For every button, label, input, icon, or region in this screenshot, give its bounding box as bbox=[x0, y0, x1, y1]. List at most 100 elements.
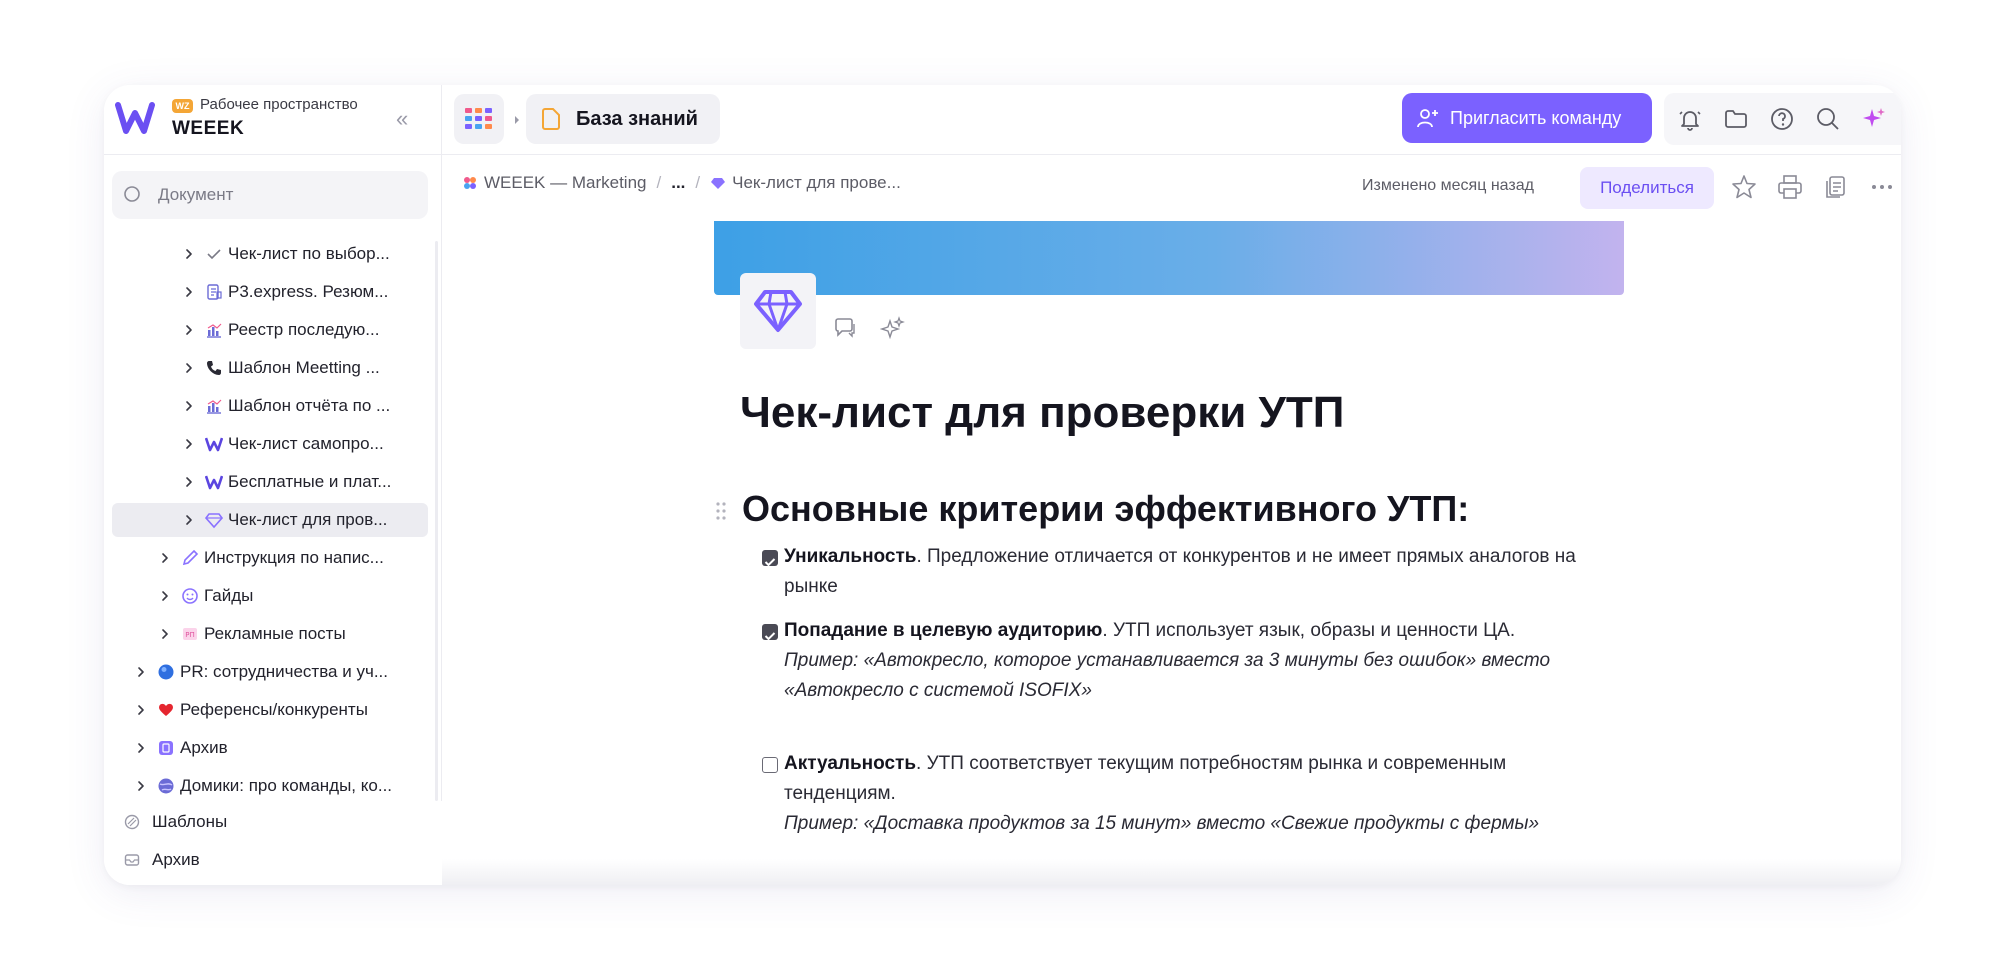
breadcrumb-ellipsis[interactable]: ... bbox=[671, 173, 685, 193]
tree-item-label: Бесплатные и плат... bbox=[228, 472, 392, 491]
tree-item[interactable]: Чек-лист по выбор... bbox=[182, 237, 428, 271]
ai-sparkles-icon[interactable] bbox=[880, 315, 906, 341]
pen-icon bbox=[180, 548, 200, 568]
chevron-right-icon[interactable] bbox=[182, 323, 196, 337]
tree-item[interactable]: Шаблон отчёта по ... bbox=[182, 389, 428, 423]
chevron-right-icon[interactable] bbox=[182, 361, 196, 375]
chevron-right-icon[interactable] bbox=[134, 779, 148, 793]
copy-icon[interactable] bbox=[1822, 173, 1850, 201]
tree-item-label: Домики: про команды, ко... bbox=[180, 776, 393, 795]
chevron-right-icon[interactable] bbox=[182, 513, 196, 527]
sidebar-scrollbar[interactable] bbox=[435, 241, 438, 801]
workspace-subtitle: Рабочее пространство bbox=[200, 96, 358, 113]
print-icon[interactable] bbox=[1776, 173, 1804, 201]
weeek-logo-icon bbox=[204, 434, 224, 454]
document-title[interactable]: Чек-лист для проверки УТП bbox=[740, 388, 1344, 438]
templates-icon bbox=[122, 812, 142, 832]
workspace-badge: WZ bbox=[172, 99, 193, 113]
tree-item[interactable]: P3.express. Резюм... bbox=[182, 275, 428, 309]
help-icon[interactable] bbox=[1768, 105, 1796, 133]
modified-status: Изменено месяц назад bbox=[1362, 177, 1534, 194]
globe-icon bbox=[156, 776, 176, 796]
invite-team-button[interactable]: Пригласить команду bbox=[1402, 93, 1652, 143]
criterion-name: Попадание в целевую аудиторию bbox=[784, 620, 1103, 641]
checkbox-checked[interactable] bbox=[762, 624, 778, 641]
tree-item[interactable]: Бесплатные и плат... bbox=[182, 465, 428, 499]
tree-item[interactable]: Референсы/конкуренты bbox=[134, 693, 428, 727]
chevron-right-icon[interactable] bbox=[158, 627, 172, 641]
svg-text:PП: PП bbox=[185, 631, 195, 639]
document-emoji[interactable] bbox=[740, 273, 816, 349]
section-heading[interactable]: Основные критерии эффективного УТП: bbox=[742, 488, 1469, 530]
tree-item-label: Референсы/конкуренты bbox=[180, 700, 368, 719]
star-icon[interactable] bbox=[1730, 173, 1758, 201]
breadcrumb-root[interactable]: WEEEK — Marketing bbox=[484, 173, 647, 193]
checklist-item[interactable]: Уникальность. Предложение отличается от … bbox=[762, 542, 1604, 602]
chevron-right-icon[interactable] bbox=[182, 247, 196, 261]
folder-icon[interactable] bbox=[1722, 105, 1750, 133]
chevron-right-icon[interactable] bbox=[182, 475, 196, 489]
workspace-header[interactable]: WZ Рабочее пространство WEEEK « bbox=[104, 85, 442, 155]
document-orange-icon bbox=[542, 108, 560, 130]
app-window: WZ Рабочее пространство WEEEK « Чек-лист… bbox=[104, 85, 1901, 885]
weeek-logo-icon bbox=[115, 102, 155, 134]
templates-link[interactable]: Шаблоны bbox=[122, 807, 227, 837]
search-icon bbox=[124, 186, 140, 202]
knowledge-base-button[interactable]: База знаний bbox=[526, 94, 720, 144]
colorful-flower-icon bbox=[464, 177, 476, 189]
criterion-example: Пример: «Автокресло, которое устанавлива… bbox=[784, 650, 1551, 701]
breadcrumb-separator: / bbox=[656, 173, 662, 192]
chevron-right-icon[interactable] bbox=[134, 741, 148, 755]
checklist-item[interactable]: Попадание в целевую аудиторию. УТП испол… bbox=[762, 616, 1604, 706]
more-icon[interactable] bbox=[1868, 173, 1896, 201]
tree-item[interactable]: Инструкция по напис... bbox=[158, 541, 428, 575]
chevron-right-icon[interactable] bbox=[182, 285, 196, 299]
document-search[interactable] bbox=[112, 171, 428, 219]
chevron-right-icon[interactable] bbox=[158, 589, 172, 603]
tree-item[interactable]: PП Рекламные посты bbox=[158, 617, 428, 651]
blue-circle-icon bbox=[156, 662, 176, 682]
chevron-right-icon[interactable] bbox=[182, 399, 196, 413]
checkbox-unchecked[interactable] bbox=[762, 757, 778, 773]
invite-team-label: Пригласить команду bbox=[1450, 107, 1622, 128]
drag-handle-icon[interactable] bbox=[714, 500, 728, 522]
comment-icon[interactable] bbox=[832, 315, 858, 341]
checklist-item[interactable]: Актуальность. УТП соответствует текущим … bbox=[762, 749, 1604, 839]
add-user-icon bbox=[1417, 109, 1438, 128]
tree-item-label: Архив bbox=[180, 738, 228, 757]
diamond-icon bbox=[204, 510, 224, 530]
tree-item[interactable]: Гайды bbox=[158, 579, 428, 613]
tree-item[interactable]: Шаблон Meetting ... bbox=[182, 351, 428, 385]
collapse-sidebar-button[interactable]: « bbox=[396, 107, 420, 131]
chevron-right-icon[interactable] bbox=[158, 551, 172, 565]
tree-item[interactable]: Чек-лист для пров... bbox=[112, 503, 428, 537]
tree-item[interactable]: Архив bbox=[134, 731, 428, 765]
criterion-example: Пример: «Доставка продуктов за 15 минут»… bbox=[784, 813, 1540, 834]
archive-label: Архив bbox=[152, 850, 200, 869]
tree-item[interactable]: PR: сотрудничества и уч... bbox=[134, 655, 428, 689]
bell-icon[interactable] bbox=[1676, 105, 1704, 133]
tree-item-label: Гайды bbox=[204, 586, 254, 605]
tree-item-label: Шаблон Meetting ... bbox=[228, 358, 380, 377]
sparkles-icon[interactable] bbox=[1860, 105, 1888, 133]
breadcrumb-separator: / bbox=[695, 173, 701, 192]
share-button[interactable]: Поделиться bbox=[1580, 167, 1714, 209]
document-cover[interactable] bbox=[714, 221, 1624, 295]
apps-button[interactable] bbox=[454, 94, 504, 144]
chevron-right-icon[interactable] bbox=[134, 665, 148, 679]
search-input[interactable] bbox=[158, 185, 408, 205]
workspace-name: WEEEK bbox=[172, 118, 245, 139]
checkbox-checked[interactable] bbox=[762, 550, 778, 567]
chevron-right-icon[interactable] bbox=[182, 437, 196, 451]
tree-item-label: Инструкция по напис... bbox=[204, 548, 384, 567]
tree-item[interactable]: Домики: про команды, ко... bbox=[134, 769, 428, 803]
inbox-icon bbox=[122, 850, 142, 870]
search-icon[interactable] bbox=[1814, 105, 1842, 133]
tree-item[interactable]: Чек-лист самопро... bbox=[182, 427, 428, 461]
breadcrumb-current[interactable]: Чек-лист для прове... bbox=[732, 173, 901, 193]
chart-icon bbox=[204, 396, 224, 416]
archive-link[interactable]: Архив bbox=[122, 845, 200, 875]
chart-icon bbox=[204, 320, 224, 340]
tree-item[interactable]: Реестр последую... bbox=[182, 313, 428, 347]
chevron-right-icon[interactable] bbox=[134, 703, 148, 717]
